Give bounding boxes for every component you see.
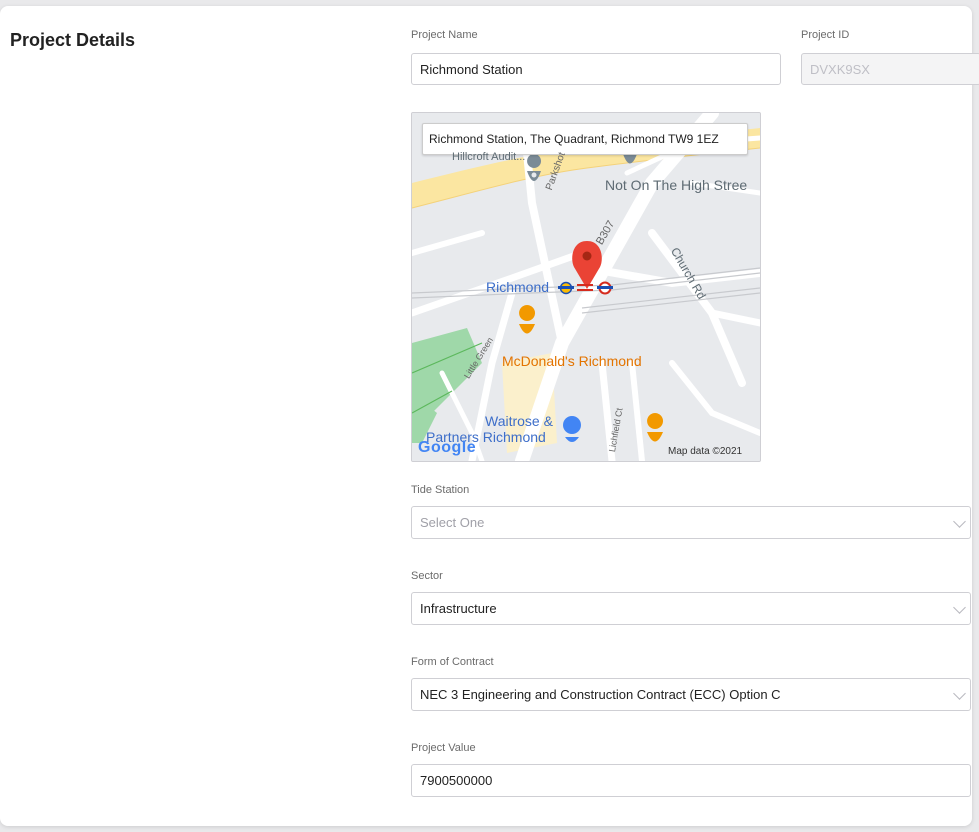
map-canvas (412, 113, 760, 461)
location-map[interactable]: Richmond Station, The Quadrant, Richmond… (411, 112, 761, 462)
sector-label: Sector (411, 570, 443, 582)
form-of-contract-value: NEC 3 Engineering and Construction Contr… (420, 687, 781, 702)
google-logo: Google (418, 439, 477, 456)
map-search-value: Richmond Station, The Quadrant, Richmond… (429, 132, 719, 146)
project-value-input[interactable]: 7900500000 (411, 764, 971, 797)
project-name-value: Richmond Station (420, 61, 523, 77)
project-id-label: Project ID (801, 29, 850, 41)
project-value-value: 7900500000 (420, 773, 493, 788)
chevron-down-icon (953, 600, 966, 614)
chevron-down-icon (953, 686, 966, 700)
tide-station-label: Tide Station (411, 484, 470, 496)
tide-station-select[interactable]: Select One (411, 506, 971, 539)
tide-station-placeholder: Select One (420, 515, 485, 530)
map-label-hillcroft: Hillcroft Audit... (452, 151, 526, 163)
sector-value: Infrastructure (420, 601, 497, 616)
map-label-richmond: Richmond (486, 279, 550, 295)
map-data-attribution: Map data ©2021 (668, 446, 743, 457)
form-of-contract-label: Form of Contract (411, 656, 494, 668)
map-label-waitrose: Waitrose & (485, 413, 553, 429)
sector-select[interactable]: Infrastructure (411, 592, 971, 625)
project-value-label: Project Value (411, 742, 476, 754)
map-label-mcdonalds: McDonald's Richmond (502, 353, 642, 369)
project-name-label: Project Name (411, 29, 478, 41)
form-of-contract-select[interactable]: NEC 3 Engineering and Construction Contr… (411, 678, 971, 711)
map-label-not-on-high-street: Not On The High Stree (605, 177, 748, 193)
project-id-value: DVXK9SX (810, 61, 870, 77)
chevron-down-icon (953, 514, 966, 528)
project-name-input[interactable]: Richmond Station (411, 53, 781, 85)
section-title: Project Details (10, 30, 136, 50)
project-id-input: DVXK9SX (801, 53, 979, 85)
